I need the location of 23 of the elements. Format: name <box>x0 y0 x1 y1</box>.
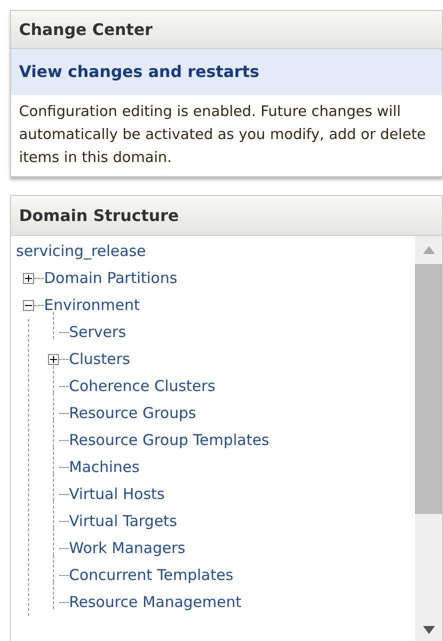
panel-title: Change Center <box>11 11 442 49</box>
tree-item-link[interactable]: Coherence Clusters <box>69 375 216 398</box>
tree-root-link[interactable]: servicing_release <box>16 240 146 263</box>
tree-item-link[interactable]: Resource Group Templates <box>69 429 270 452</box>
tree-item-link[interactable]: Work Managers <box>69 537 186 560</box>
tree-item-link[interactable]: Clusters <box>69 348 130 371</box>
tree-item-link[interactable]: Environment <box>44 294 140 317</box>
tree-item-link[interactable]: Servers <box>69 321 126 344</box>
scroll-down-icon[interactable] <box>422 626 434 634</box>
panel-title: Domain Structure <box>11 196 442 236</box>
tree-item-link[interactable]: Resource Management <box>69 591 242 614</box>
tree-item-link[interactable]: Resource Groups <box>69 402 196 425</box>
scrollbar-thumb[interactable] <box>415 264 442 514</box>
expand-toggle[interactable] <box>23 273 34 284</box>
status-message: Configuration editing is enabled. Future changes will automatically be activated as you modify, add or delete items in this domain. <box>18 103 427 168</box>
tree-item-link[interactable]: Concurrent Templates <box>69 564 234 587</box>
collapse-toggle[interactable] <box>23 300 34 311</box>
tree-item-link[interactable]: Machines <box>69 456 140 479</box>
expand-toggle[interactable] <box>48 354 59 365</box>
scrollbar[interactable] <box>415 236 442 641</box>
tree-item-link[interactable]: Virtual Hosts <box>69 483 165 506</box>
tree-item-link[interactable]: Domain Partitions <box>44 267 178 290</box>
tree-item-link[interactable]: Virtual Targets <box>69 510 178 533</box>
